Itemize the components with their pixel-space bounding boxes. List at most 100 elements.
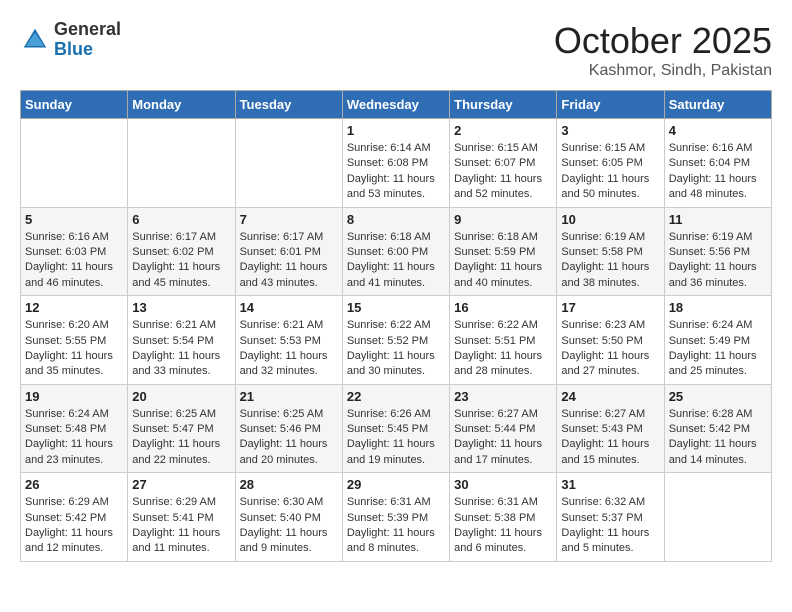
day-info: Sunrise: 6:17 AMSunset: 6:01 PMDaylight:… [240, 230, 338, 292]
day-number: 15 [347, 300, 445, 315]
calendar-cell: 29 Sunrise: 6:31 AMSunset: 5:39 PMDayligh… [342, 473, 449, 562]
calendar-cell: 30 Sunrise: 6:31 AMSunset: 5:38 PMDayligh… [450, 473, 557, 562]
calendar-header-row: SundayMondayTuesdayWednesdayThursdayFrid… [21, 91, 772, 119]
day-number: 27 [132, 477, 230, 492]
calendar-cell: 28 Sunrise: 6:30 AMSunset: 5:40 PMDayligh… [235, 473, 342, 562]
day-of-week-header: Tuesday [235, 91, 342, 119]
calendar-cell: 1Sunrise: 6:14 AMSunset: 6:08 PMDaylight… [342, 119, 449, 208]
calendar-cell: 24 Sunrise: 6:27 AMSunset: 5:43 PMDayligh… [557, 384, 664, 473]
calendar-cell: 7Sunrise: 6:17 AMSunset: 6:01 PMDaylight… [235, 207, 342, 296]
calendar-week-row: 26 Sunrise: 6:29 AMSunset: 5:42 PMDayligh… [21, 473, 772, 562]
day-number: 29 [347, 477, 445, 492]
calendar-cell: 17 Sunrise: 6:23 AMSunset: 5:50 PMDayligh… [557, 296, 664, 385]
calendar-cell: 20 Sunrise: 6:25 AMSunset: 5:47 PMDayligh… [128, 384, 235, 473]
day-number: 19 [25, 389, 123, 404]
day-info: Sunrise: 6:16 AMSunset: 6:04 PMDaylight:… [669, 141, 767, 203]
day-of-week-header: Wednesday [342, 91, 449, 119]
calendar-cell: 23Sunrise: 6:27 AMSunset: 5:44 PMDayligh… [450, 384, 557, 473]
day-number: 24 [561, 389, 659, 404]
location: Kashmor, Sindh, Pakistan [554, 62, 772, 80]
day-number: 16 [454, 300, 552, 315]
calendar-cell: 13 Sunrise: 6:21 AMSunset: 5:54 PMDayligh… [128, 296, 235, 385]
day-info: Sunrise: 6:18 AMSunset: 6:00 PMDaylight:… [347, 230, 445, 292]
day-info: Sunrise: 6:24 AMSunset: 5:48 PMDaylight:… [25, 407, 123, 469]
calendar-cell: 22 Sunrise: 6:26 AMSunset: 5:45 PMDayligh… [342, 384, 449, 473]
calendar-cell: 19 Sunrise: 6:24 AMSunset: 5:48 PMDayligh… [21, 384, 128, 473]
day-info: Sunrise: 6:19 AMSunset: 5:56 PMDaylight:… [669, 230, 767, 292]
day-number: 20 [132, 389, 230, 404]
calendar-cell: 6Sunrise: 6:17 AMSunset: 6:02 PMDaylight… [128, 207, 235, 296]
logo-icon [20, 25, 50, 55]
calendar-cell: 15 Sunrise: 6:22 AMSunset: 5:52 PMDayligh… [342, 296, 449, 385]
calendar-cell: 10Sunrise: 6:19 AMSunset: 5:58 PMDayligh… [557, 207, 664, 296]
day-number: 6 [132, 212, 230, 227]
day-info: Sunrise: 6:26 AMSunset: 5:45 PMDaylight:… [347, 407, 445, 469]
day-number: 31 [561, 477, 659, 492]
day-info: Sunrise: 6:32 AMSunset: 5:37 PMDaylight:… [561, 495, 659, 557]
day-number: 28 [240, 477, 338, 492]
day-number: 23 [454, 389, 552, 404]
logo-blue-text: Blue [54, 40, 121, 60]
calendar-cell: 12 Sunrise: 6:20 AMSunset: 5:55 PMDayligh… [21, 296, 128, 385]
day-info: Sunrise: 6:21 AMSunset: 5:53 PMDaylight:… [240, 318, 338, 380]
calendar-cell: 9 Sunrise: 6:18 AMSunset: 5:59 PMDaylight… [450, 207, 557, 296]
day-info: Sunrise: 6:15 AMSunset: 6:05 PMDaylight:… [561, 141, 659, 203]
day-info: Sunrise: 6:30 AMSunset: 5:40 PMDaylight:… [240, 495, 338, 557]
day-info: Sunrise: 6:18 AMSunset: 5:59 PMDaylight:… [454, 230, 552, 292]
day-of-week-header: Friday [557, 91, 664, 119]
day-info: Sunrise: 6:29 AMSunset: 5:42 PMDaylight:… [25, 495, 123, 557]
day-info: Sunrise: 6:21 AMSunset: 5:54 PMDaylight:… [132, 318, 230, 380]
calendar-week-row: 1Sunrise: 6:14 AMSunset: 6:08 PMDaylight… [21, 119, 772, 208]
day-info: Sunrise: 6:25 AMSunset: 5:46 PMDaylight:… [240, 407, 338, 469]
calendar-cell [21, 119, 128, 208]
calendar-week-row: 12 Sunrise: 6:20 AMSunset: 5:55 PMDayligh… [21, 296, 772, 385]
calendar-body: 1Sunrise: 6:14 AMSunset: 6:08 PMDaylight… [21, 119, 772, 562]
day-of-week-header: Sunday [21, 91, 128, 119]
day-number: 3 [561, 123, 659, 138]
day-info: Sunrise: 6:16 AMSunset: 6:03 PMDaylight:… [25, 230, 123, 292]
day-info: Sunrise: 6:31 AMSunset: 5:39 PMDaylight:… [347, 495, 445, 557]
calendar-cell: 8 Sunrise: 6:18 AMSunset: 6:00 PMDaylight… [342, 207, 449, 296]
day-number: 26 [25, 477, 123, 492]
day-number: 9 [454, 212, 552, 227]
day-info: Sunrise: 6:27 AMSunset: 5:43 PMDaylight:… [561, 407, 659, 469]
day-of-week-header: Saturday [664, 91, 771, 119]
logo-general-text: General [54, 20, 121, 40]
calendar-week-row: 19 Sunrise: 6:24 AMSunset: 5:48 PMDayligh… [21, 384, 772, 473]
day-info: Sunrise: 6:22 AMSunset: 5:52 PMDaylight:… [347, 318, 445, 380]
day-number: 1 [347, 123, 445, 138]
calendar-cell [664, 473, 771, 562]
calendar-cell: 5 Sunrise: 6:16 AMSunset: 6:03 PMDaylight… [21, 207, 128, 296]
page-header: General Blue October 2025 Kashmor, Sindh… [20, 20, 772, 80]
calendar-cell: 21 Sunrise: 6:25 AMSunset: 5:46 PMDayligh… [235, 384, 342, 473]
calendar-cell: 25Sunrise: 6:28 AMSunset: 5:42 PMDayligh… [664, 384, 771, 473]
day-info: Sunrise: 6:23 AMSunset: 5:50 PMDaylight:… [561, 318, 659, 380]
calendar-week-row: 5 Sunrise: 6:16 AMSunset: 6:03 PMDaylight… [21, 207, 772, 296]
day-of-week-header: Thursday [450, 91, 557, 119]
day-info: Sunrise: 6:22 AMSunset: 5:51 PMDaylight:… [454, 318, 552, 380]
calendar-cell: 14 Sunrise: 6:21 AMSunset: 5:53 PMDayligh… [235, 296, 342, 385]
day-number: 21 [240, 389, 338, 404]
day-info: Sunrise: 6:20 AMSunset: 5:55 PMDaylight:… [25, 318, 123, 380]
title-block: October 2025 Kashmor, Sindh, Pakistan [554, 20, 772, 80]
day-number: 12 [25, 300, 123, 315]
day-number: 22 [347, 389, 445, 404]
calendar-cell: 31 Sunrise: 6:32 AMSunset: 5:37 PMDayligh… [557, 473, 664, 562]
calendar-table: SundayMondayTuesdayWednesdayThursdayFrid… [20, 90, 772, 562]
day-number: 8 [347, 212, 445, 227]
day-number: 14 [240, 300, 338, 315]
day-info: Sunrise: 6:31 AMSunset: 5:38 PMDaylight:… [454, 495, 552, 557]
calendar-cell: 11Sunrise: 6:19 AMSunset: 5:56 PMDayligh… [664, 207, 771, 296]
day-info: Sunrise: 6:29 AMSunset: 5:41 PMDaylight:… [132, 495, 230, 557]
day-number: 4 [669, 123, 767, 138]
day-number: 30 [454, 477, 552, 492]
day-number: 13 [132, 300, 230, 315]
day-number: 17 [561, 300, 659, 315]
logo: General Blue [20, 20, 121, 60]
day-number: 5 [25, 212, 123, 227]
day-info: Sunrise: 6:25 AMSunset: 5:47 PMDaylight:… [132, 407, 230, 469]
calendar-cell: 3 Sunrise: 6:15 AMSunset: 6:05 PMDaylight… [557, 119, 664, 208]
day-info: Sunrise: 6:28 AMSunset: 5:42 PMDaylight:… [669, 407, 767, 469]
day-info: Sunrise: 6:24 AMSunset: 5:49 PMDaylight:… [669, 318, 767, 380]
day-info: Sunrise: 6:15 AMSunset: 6:07 PMDaylight:… [454, 141, 552, 203]
